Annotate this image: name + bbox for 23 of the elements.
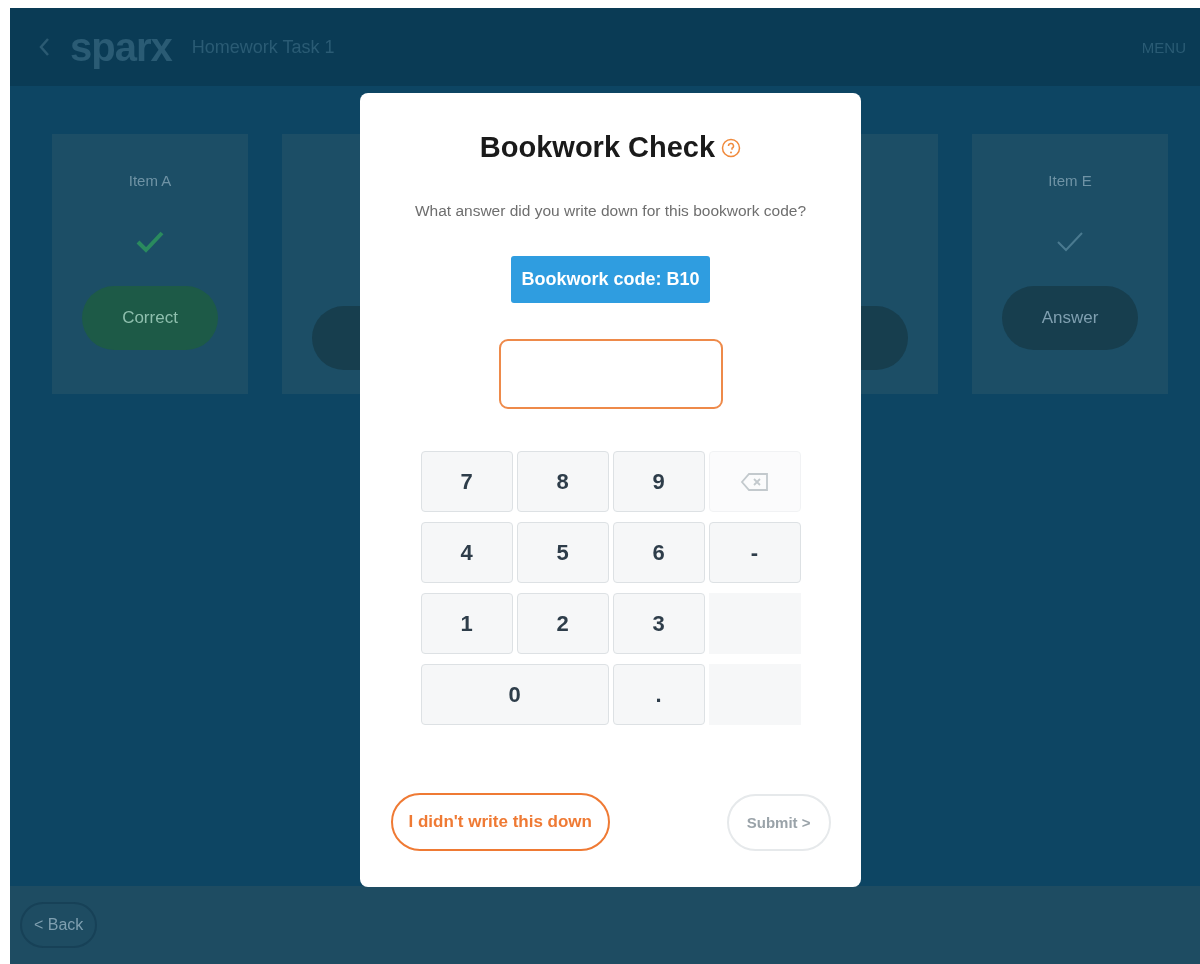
keypad-key[interactable]: . bbox=[612, 664, 705, 725]
keypad-key[interactable]: 4 bbox=[420, 522, 513, 583]
keypad-key[interactable]: 3 bbox=[612, 593, 705, 654]
item-title: Item A bbox=[128, 172, 172, 191]
keypad-key[interactable]: 8 bbox=[516, 451, 609, 512]
keypad-key[interactable]: 7 bbox=[420, 451, 513, 512]
keypad-key[interactable]: 2 bbox=[516, 593, 609, 654]
keypad-key[interactable]: - bbox=[708, 522, 801, 583]
dialog-title: Bookwork Check bbox=[479, 131, 716, 164]
answer-field[interactable] bbox=[498, 339, 723, 409]
correct-button[interactable]: Correct bbox=[82, 286, 218, 350]
bookwork-code-label: Bookwork code: B10 bbox=[511, 256, 710, 303]
keypad-key[interactable]: 5 bbox=[516, 522, 609, 583]
item-title: Item E bbox=[1048, 172, 1092, 191]
answer-button[interactable]: Answer bbox=[1002, 286, 1138, 350]
keypad-key[interactable]: 0 bbox=[420, 664, 609, 725]
chevron-left-icon bbox=[38, 37, 50, 57]
help-icon[interactable] bbox=[721, 137, 742, 158]
backspace-icon bbox=[739, 471, 770, 492]
keypad-key[interactable]: 6 bbox=[612, 522, 705, 583]
keypad-key[interactable]: 9 bbox=[612, 451, 705, 512]
prompt-text: What answer did you write down for this bookwork code? bbox=[414, 202, 807, 220]
keypad-key[interactable]: 1 bbox=[420, 593, 513, 654]
